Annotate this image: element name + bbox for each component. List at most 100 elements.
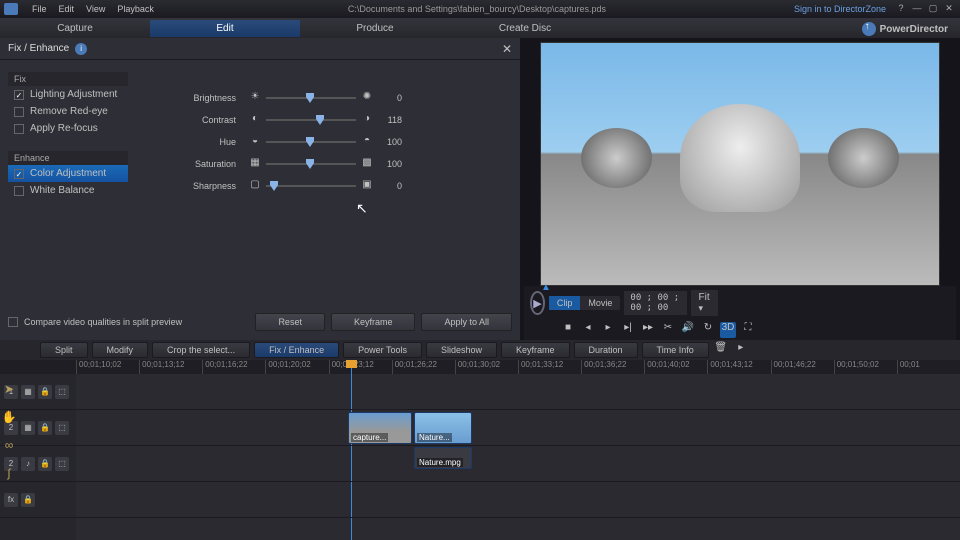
signin-link[interactable]: Sign in to DirectorZone xyxy=(794,4,886,14)
slider-value: 0 xyxy=(374,93,402,103)
tool-duration[interactable]: Duration xyxy=(574,342,638,358)
tool-keyframe[interactable]: Keyframe xyxy=(501,342,570,358)
checkbox-icon[interactable] xyxy=(14,169,24,179)
tool-crop[interactable]: Crop the select... xyxy=(152,342,250,358)
info-icon[interactable]: i xyxy=(75,43,87,55)
ruler-tick: 00;01;13;12 xyxy=(139,360,202,374)
enhance-white-balance[interactable]: White Balance xyxy=(8,182,128,199)
mode-produce[interactable]: Produce xyxy=(300,20,450,37)
trash-icon[interactable]: 🗑 xyxy=(713,342,729,358)
stop-button[interactable]: ■ xyxy=(560,322,576,338)
mode-movie[interactable]: Movie xyxy=(580,296,620,310)
fullscreen-button[interactable]: ⛶ xyxy=(740,322,756,338)
panel-close-icon[interactable]: ✕ xyxy=(502,42,512,56)
checkbox-icon[interactable] xyxy=(14,124,24,134)
track-row[interactable]: capture... Nature... xyxy=(76,410,960,446)
fix-refocus[interactable]: Apply Re-focus xyxy=(8,120,128,137)
slider-track[interactable] xyxy=(266,141,356,143)
slider-value: 0 xyxy=(374,181,402,191)
ruler-tick: 00;01;23;12 xyxy=(329,360,392,374)
fix-redeye[interactable]: Remove Red-eye xyxy=(8,103,128,120)
ruler-tick: 00;01;26;22 xyxy=(392,360,455,374)
timeline-ruler[interactable]: 00;01;10;0200;01;13;1200;01;16;2200;01;2… xyxy=(0,360,960,374)
fix-lighting[interactable]: Lighting Adjustment xyxy=(8,86,128,103)
ruler-tick: 00;01;43;12 xyxy=(707,360,770,374)
ruler-tick: 00;01;16;22 xyxy=(202,360,265,374)
snapshot-button[interactable]: ✂ xyxy=(660,322,676,338)
menu-file[interactable]: File xyxy=(26,4,53,14)
maximize-icon[interactable]: ▢ xyxy=(926,3,940,15)
tool-timeinfo[interactable]: Time Info xyxy=(642,342,709,358)
slider-thumb[interactable] xyxy=(270,181,278,191)
in-marker-icon[interactable]: ▲ xyxy=(541,282,551,293)
tool-cut-icon[interactable]: ʃ xyxy=(1,466,17,490)
slider-group: Brightness☀✺0Contrast◐◑118Hue◒◓100Satura… xyxy=(128,68,512,296)
prev-frame-button[interactable]: ◂ xyxy=(580,322,596,338)
slider-track[interactable] xyxy=(266,97,356,99)
keyframe-button[interactable]: Keyframe xyxy=(331,313,416,331)
play-button[interactable]: ▶ xyxy=(530,291,545,315)
ruler-tick: 00;01;33;12 xyxy=(518,360,581,374)
enhance-section-header: Enhance xyxy=(8,151,128,165)
slider-thumb[interactable] xyxy=(306,137,314,147)
checkbox-icon[interactable] xyxy=(14,107,24,117)
reset-button[interactable]: Reset xyxy=(255,313,325,331)
preview-viewport[interactable]: ▲ xyxy=(540,42,940,286)
3d-button[interactable]: 3D xyxy=(720,322,736,338)
slider-max-icon: ✺ xyxy=(360,91,374,105)
minimize-icon[interactable]: — xyxy=(910,3,924,15)
mode-capture[interactable]: Capture xyxy=(0,20,150,37)
zoom-fit-select[interactable]: Fit ▾ xyxy=(691,290,718,316)
checkbox-icon[interactable] xyxy=(14,186,24,196)
enhance-color-adjust[interactable]: Color Adjustment xyxy=(8,165,128,182)
slider-min-icon: ▦ xyxy=(248,157,262,171)
slider-thumb[interactable] xyxy=(306,93,314,103)
more-icon[interactable]: ▸ xyxy=(733,342,749,358)
track-row[interactable] xyxy=(76,482,960,518)
slider-track[interactable] xyxy=(266,163,356,165)
track-row[interactable]: Nature.mpg xyxy=(76,446,960,482)
tool-slideshow[interactable]: Slideshow xyxy=(426,342,497,358)
menu-playback[interactable]: Playback xyxy=(111,4,160,14)
next-frame-button[interactable]: ▸| xyxy=(620,322,636,338)
apply-all-button[interactable]: Apply to All xyxy=(421,313,512,331)
clip-item[interactable]: capture... xyxy=(348,412,412,444)
tool-power[interactable]: Power Tools xyxy=(343,342,422,358)
fast-fwd-button[interactable]: ▸▸ xyxy=(640,322,656,338)
tool-fix-enhance[interactable]: Fix / Enhance xyxy=(254,342,339,358)
volume-button[interactable]: 🔊 xyxy=(680,322,696,338)
app-icon xyxy=(4,3,18,15)
tool-link-icon[interactable]: ∞ xyxy=(1,438,17,462)
ruler-tick: 00;01;46;22 xyxy=(771,360,834,374)
slider-sharpness: Sharpness▢▣0 xyxy=(188,176,502,196)
slider-track[interactable] xyxy=(266,185,356,187)
tool-split[interactable]: Split xyxy=(40,342,88,358)
close-icon[interactable]: ✕ xyxy=(942,3,956,15)
clip-item[interactable]: Nature... xyxy=(414,412,472,444)
slider-min-icon: ◒ xyxy=(248,135,262,149)
tool-pointer-icon[interactable]: ➤ xyxy=(1,382,17,406)
ruler-tick: 00;01;36;22 xyxy=(581,360,644,374)
clip-audio-item[interactable]: Nature.mpg xyxy=(414,447,472,469)
help-icon[interactable]: ? xyxy=(894,3,908,15)
tool-modify[interactable]: Modify xyxy=(92,342,149,358)
menu-edit[interactable]: Edit xyxy=(53,4,81,14)
loop-button[interactable]: ↻ xyxy=(700,322,716,338)
mode-clip[interactable]: Clip xyxy=(549,296,581,310)
slider-thumb[interactable] xyxy=(316,115,324,125)
track-row[interactable] xyxy=(76,374,960,410)
preview-content xyxy=(581,128,653,189)
slider-brightness: Brightness☀✺0 xyxy=(188,88,502,108)
compare-checkbox[interactable] xyxy=(8,317,18,327)
tool-hand-icon[interactable]: ✋ xyxy=(1,410,17,434)
slider-label: Contrast xyxy=(188,115,248,125)
slider-thumb[interactable] xyxy=(306,159,314,169)
checkbox-icon[interactable] xyxy=(14,90,24,100)
menu-view[interactable]: View xyxy=(80,4,111,14)
play2-button[interactable]: ▸ xyxy=(600,322,616,338)
slider-track[interactable] xyxy=(266,119,356,121)
slider-label: Saturation xyxy=(188,159,248,169)
mode-create-disc[interactable]: Create Disc xyxy=(450,20,600,37)
slider-saturation: Saturation▦▩100 xyxy=(188,154,502,174)
mode-edit[interactable]: Edit xyxy=(150,20,300,37)
